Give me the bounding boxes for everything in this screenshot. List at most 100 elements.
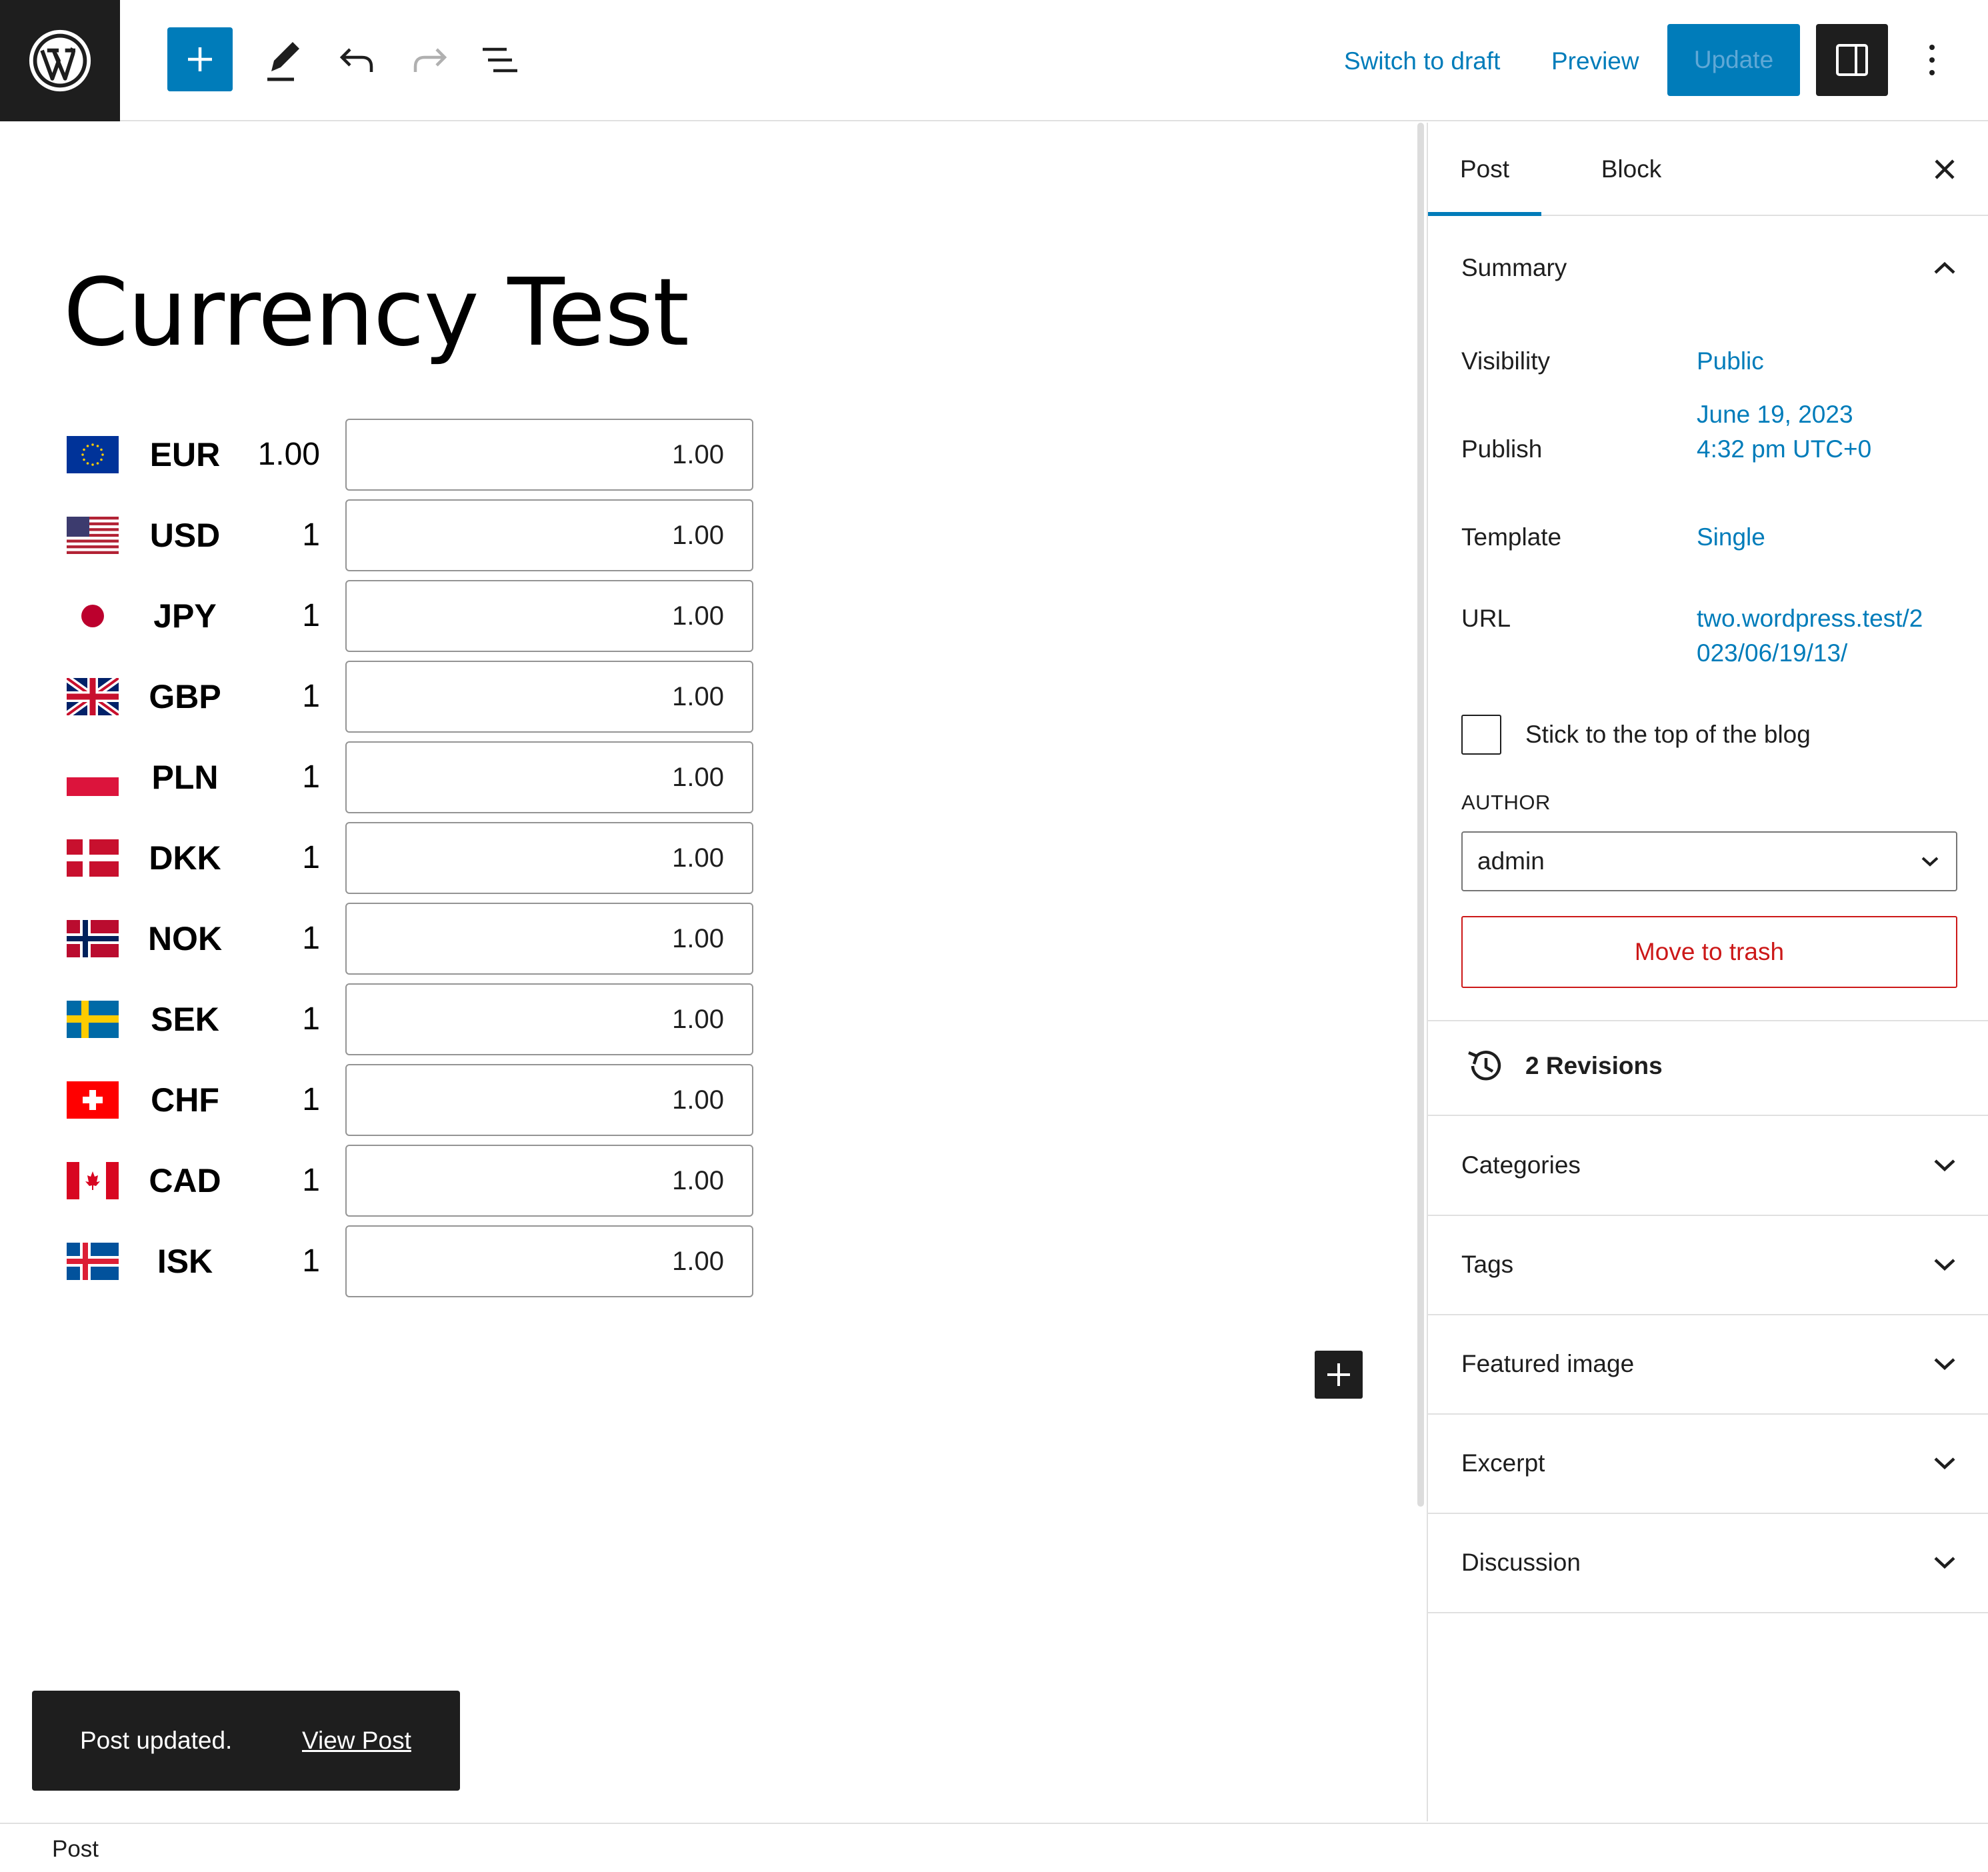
add-block-button[interactable]	[167, 27, 233, 91]
currency-amount-input[interactable]: 1.00	[345, 983, 753, 1055]
undo-button[interactable]	[333, 33, 380, 87]
more-vertical-icon	[1929, 45, 1935, 75]
currency-code: USD	[149, 517, 221, 554]
currency-rate: 1	[302, 517, 320, 553]
panel-title-tags[interactable]: Tags	[1461, 1245, 1513, 1285]
tab-post[interactable]: Post	[1428, 123, 1541, 216]
currency-amount-input[interactable]: 1.00	[345, 741, 753, 813]
currency-code: PLN	[151, 759, 219, 796]
currency-rate: 1	[302, 1082, 320, 1117]
chevron-down-icon[interactable]	[1921, 1145, 1968, 1185]
block-breadcrumb[interactable]: Post	[52, 1832, 99, 1867]
snackbar-message: Post updated.	[80, 1727, 233, 1754]
editor-header: Switch to draft Preview Update	[0, 0, 1988, 121]
currency-row: EUR 1.00 1.00	[0, 419, 800, 491]
author-select[interactable]: admin	[1461, 831, 1957, 891]
chevron-down-icon[interactable]	[1921, 1443, 1968, 1483]
panel-title-categories[interactable]: Categories	[1461, 1145, 1581, 1185]
currency-amount-input[interactable]: 1.00	[345, 499, 753, 571]
post-title[interactable]: Currency Test	[63, 260, 689, 367]
dk-flag-icon	[67, 839, 119, 877]
no-flag-icon	[67, 920, 119, 957]
pl-flag-icon	[67, 759, 119, 796]
template-value[interactable]: Single	[1697, 520, 1765, 555]
currency-row: GBP 1 1.00	[0, 661, 800, 733]
currency-amount-input[interactable]: 1.00	[345, 661, 753, 733]
visibility-value[interactable]: Public	[1697, 344, 1764, 379]
summary-toggle[interactable]	[1921, 248, 1968, 288]
snackbar-notice: Post updated. View Post	[32, 1691, 460, 1791]
block-appender-button[interactable]	[1315, 1351, 1363, 1399]
tab-block[interactable]: Block	[1568, 123, 1695, 216]
close-icon	[1935, 159, 1955, 179]
currency-code: NOK	[147, 920, 223, 957]
summary-panel-title[interactable]: Summary	[1461, 248, 1567, 288]
revisions-link[interactable]: 2 Revisions	[1525, 1047, 1663, 1085]
currency-amount-input[interactable]: 1.00	[345, 580, 753, 652]
currency-rate: 1.00	[257, 437, 320, 472]
history-icon	[1461, 1043, 1508, 1089]
currency-amount-input[interactable]: 1.00	[345, 419, 753, 491]
currency-amount-input[interactable]: 1.00	[345, 822, 753, 894]
chevron-down-icon[interactable]	[1921, 1543, 1968, 1583]
visibility-label: Visibility	[1461, 347, 1550, 375]
undo-icon	[339, 48, 373, 72]
publish-date[interactable]: June 19, 2023	[1697, 397, 1853, 432]
currency-code: SEK	[151, 1001, 219, 1038]
chevron-down-icon[interactable]	[1921, 1245, 1968, 1285]
switch-to-draft-button[interactable]: Switch to draft	[1344, 41, 1500, 81]
list-view-icon	[483, 47, 517, 73]
url-label: URL	[1461, 605, 1511, 632]
currency-code: CAD	[149, 1162, 221, 1199]
currency-code: EUR	[149, 436, 221, 473]
redo-icon	[413, 48, 447, 72]
ca-flag-icon	[67, 1162, 119, 1199]
chevron-up-icon	[1934, 261, 1955, 274]
currency-rate: 1	[302, 1001, 320, 1037]
currency-rate: 1	[302, 1163, 320, 1198]
currency-code: GBP	[149, 678, 221, 715]
panel-title-discussion[interactable]: Discussion	[1461, 1543, 1581, 1583]
currency-row: PLN 1 1.00	[0, 741, 800, 813]
currency-row: CHF 1 1.00	[0, 1064, 800, 1136]
pencil-icon	[267, 42, 299, 81]
currency-code: ISK	[157, 1243, 213, 1280]
chevron-down-icon[interactable]	[1921, 1344, 1968, 1384]
chevron-down-icon	[1915, 846, 1945, 877]
canvas-scrollbar[interactable]	[1417, 123, 1424, 1507]
plus-icon	[1327, 1363, 1350, 1386]
panel-title-featured-image[interactable]: Featured image	[1461, 1344, 1634, 1384]
currency-amount-input[interactable]: 1.00	[345, 903, 753, 975]
currency-amount-input[interactable]: 1.00	[345, 1225, 753, 1297]
sticky-label[interactable]: Stick to the top of the blog	[1525, 717, 1811, 752]
document-overview-button[interactable]	[477, 33, 523, 87]
preview-button[interactable]: Preview	[1551, 41, 1639, 81]
publish-label: Publish	[1461, 435, 1543, 463]
currency-code: JPY	[153, 597, 217, 635]
update-button[interactable]: Update	[1667, 24, 1800, 96]
panel-divider	[1428, 1513, 1988, 1514]
currency-row: USD 1 1.00	[0, 499, 800, 571]
currency-amount-input[interactable]: 1.00	[345, 1064, 753, 1136]
eu-flag-icon	[67, 436, 119, 473]
currency-amount-input[interactable]: 1.00	[345, 1145, 753, 1217]
ch-flag-icon	[67, 1081, 119, 1119]
view-post-link[interactable]: View Post	[302, 1691, 411, 1791]
redo-button[interactable]	[407, 33, 453, 87]
url-value-line-1[interactable]: two.wordpress.test/2	[1697, 601, 1923, 636]
close-sidebar-button[interactable]	[1921, 146, 1968, 193]
panel-divider	[1428, 1115, 1988, 1116]
sticky-checkbox[interactable]	[1461, 715, 1501, 755]
panel-divider	[1428, 1215, 1988, 1216]
move-to-trash-button[interactable]: Move to trash	[1461, 916, 1957, 988]
settings-toggle-button[interactable]	[1816, 24, 1888, 96]
panel-title-excerpt[interactable]: Excerpt	[1461, 1443, 1545, 1483]
settings-sidebar: Post Block Summary Visibility Public Pub…	[1427, 123, 1988, 1821]
currency-code: DKK	[149, 839, 221, 877]
publish-time[interactable]: 4:32 pm UTC+0	[1697, 432, 1871, 467]
options-menu-button[interactable]	[1913, 33, 1951, 87]
tools-button[interactable]	[260, 30, 307, 90]
sidebar-tabs: Post Block	[1428, 123, 1988, 216]
url-value-line-2[interactable]: 023/06/19/13/	[1697, 636, 1847, 671]
wordpress-logo-button[interactable]	[0, 0, 120, 121]
